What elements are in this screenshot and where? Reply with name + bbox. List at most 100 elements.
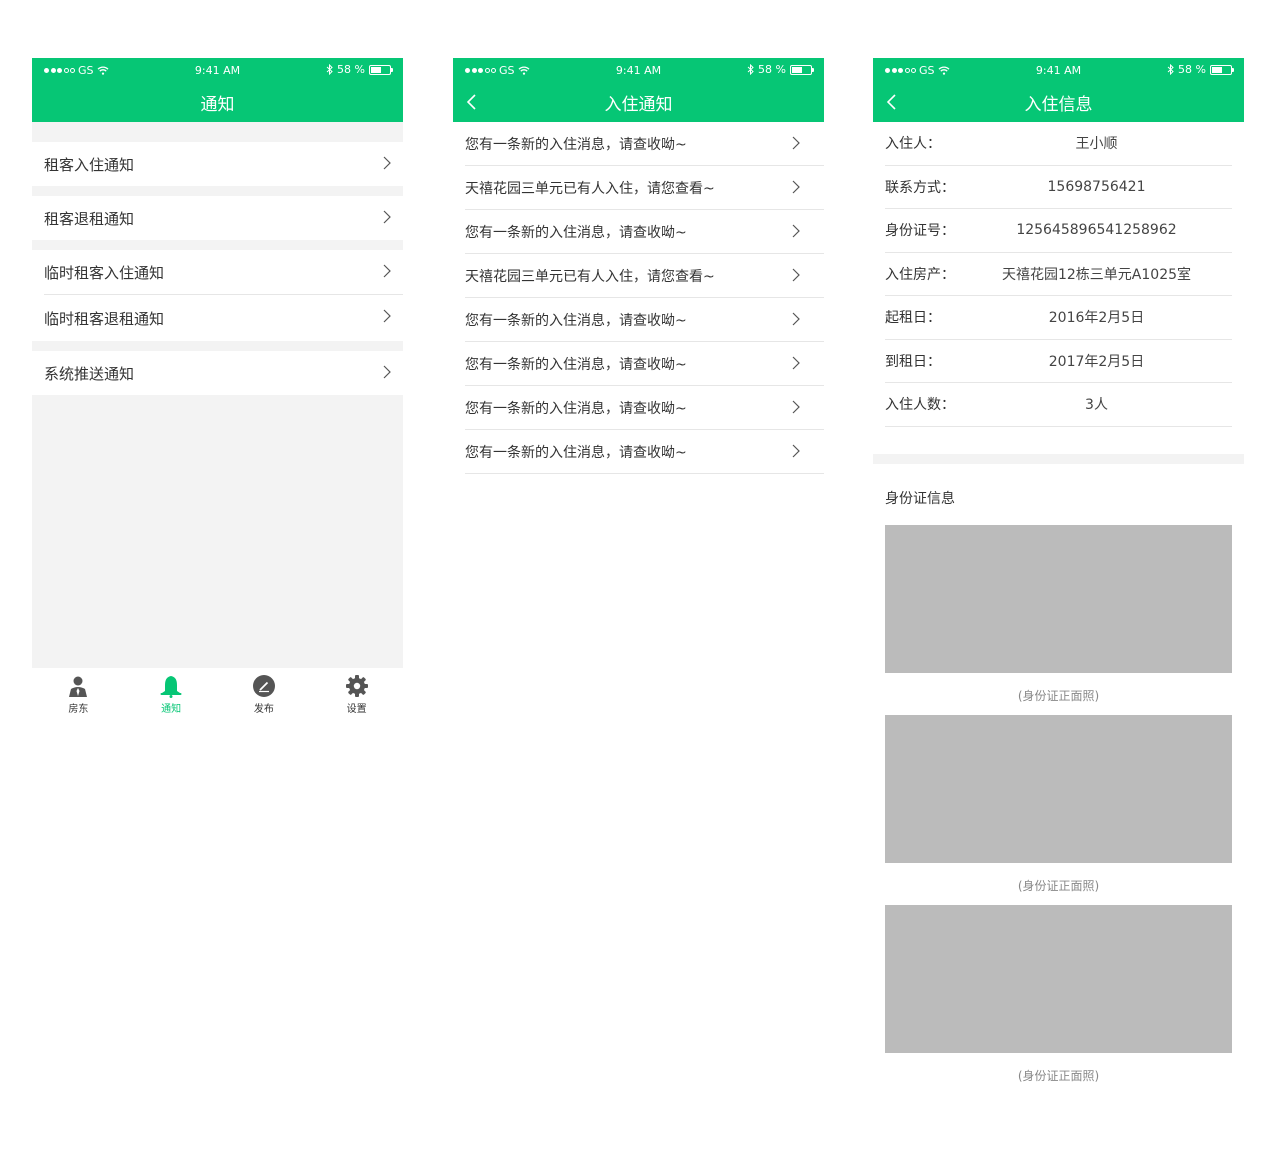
chevron-right-icon xyxy=(383,365,391,379)
battery-percent: 58 % xyxy=(1178,63,1206,76)
bluetooth-icon xyxy=(1167,64,1174,75)
status-bar: GS 9:41 AM 58 % xyxy=(453,58,824,82)
message-text: 您有一条新的入住消息，请查收呦~ xyxy=(465,444,687,461)
nav-bar: 通知 xyxy=(32,82,403,122)
chevron-right-icon xyxy=(792,136,800,150)
info-row: 联系方式： 15698756421 xyxy=(885,166,1232,209)
info-value: 天禧花园12栋三单元A1025室 xyxy=(1001,266,1192,283)
info-value: 2017年2月5日 xyxy=(1048,353,1145,370)
chevron-right-icon xyxy=(792,180,800,194)
tab-label: 房东 xyxy=(68,704,89,715)
photo-caption: (身份证正面照) xyxy=(1017,688,1100,703)
menu-item-tenant-checkin[interactable]: 租客入住通知 xyxy=(32,142,403,186)
bluetooth-icon xyxy=(326,64,333,75)
section-gap xyxy=(32,122,403,142)
info-row: 身份证号： 125645896541258962 xyxy=(885,209,1232,253)
battery-percent: 58 % xyxy=(337,63,365,76)
menu-item-temp-tenant-checkout[interactable]: 临时租客退租通知 xyxy=(32,295,403,341)
message-text: 天禧花园三单元已有人入住，请您查看~ xyxy=(465,268,715,285)
message-text: 您有一条新的入住消息，请查收呦~ xyxy=(465,136,687,153)
menu-item-label: 系统推送通知 xyxy=(44,364,135,383)
photo-caption: (身份证正面照) xyxy=(1017,1068,1100,1083)
section-gap xyxy=(873,453,1244,464)
notifications-screen: GS 9:41 AM 58 % 通知 租客入住通知 租客退租通知 临时租客入住通… xyxy=(32,58,403,722)
info-label: 联系方式： xyxy=(885,179,955,196)
info-label: 到租日： xyxy=(885,353,941,370)
page-title: 通知 xyxy=(200,95,235,115)
status-right: 58 % xyxy=(1167,63,1234,76)
chevron-right-icon xyxy=(792,356,800,370)
tab-landlord[interactable]: 房东 xyxy=(32,670,125,722)
section-gap xyxy=(32,186,403,196)
menu-item-tenant-checkout[interactable]: 租客退租通知 xyxy=(32,196,403,240)
info-label: 入住人数： xyxy=(885,397,955,414)
message-text: 您有一条新的入住消息，请查收呦~ xyxy=(465,400,687,417)
empty-area xyxy=(32,395,403,668)
chevron-right-icon xyxy=(792,444,800,458)
tab-label: 通知 xyxy=(161,704,182,715)
tab-bar: 房东 通知 发布 设置 xyxy=(32,670,403,722)
id-photo-placeholder[interactable] xyxy=(885,524,1232,673)
battery-percent: 58 % xyxy=(758,63,786,76)
info-label: 身份证号： xyxy=(885,223,955,240)
message-item[interactable]: 您有一条新的入住消息，请查收呦~ xyxy=(465,210,824,254)
checkin-notifications-screen: GS 9:41 AM 58 % 入住通知 您有一条新的入住消息，请查收呦~ 天禧花… xyxy=(453,58,824,478)
nav-bar: 入住信息 xyxy=(873,82,1244,122)
menu-item-label: 临时租客入住通知 xyxy=(44,263,165,282)
tab-publish[interactable]: 发布 xyxy=(218,670,311,722)
status-right: 58 % xyxy=(747,63,814,76)
message-text: 天禧花园三单元已有人入住，请您查看~ xyxy=(465,180,715,197)
message-item[interactable]: 您有一条新的入住消息，请查收呦~ xyxy=(465,122,824,166)
tab-notifications[interactable]: 通知 xyxy=(125,670,218,722)
info-row: 入住房产： 天禧花园12栋三单元A1025室 xyxy=(885,253,1232,296)
id-section-title: 身份证信息 xyxy=(885,490,955,507)
page-title: 入住信息 xyxy=(1024,95,1093,115)
chevron-right-icon xyxy=(792,400,800,414)
battery-icon xyxy=(790,64,814,75)
id-photo-list: (身份证正面照) (身份证正面照) (身份证正面照) xyxy=(873,524,1244,1095)
battery-icon xyxy=(1210,64,1234,75)
message-item[interactable]: 您有一条新的入住消息，请查收呦~ xyxy=(465,386,824,430)
bluetooth-icon xyxy=(747,64,754,75)
info-list: 入住人： 王小顺 联系方式： 15698756421 身份证号： 125645896541… xyxy=(873,122,1244,427)
info-value: 125645896541258962 xyxy=(1016,222,1177,239)
message-item[interactable]: 您有一条新的入住消息，请查收呦~ xyxy=(465,342,824,386)
tab-label: 发布 xyxy=(253,704,274,715)
nav-bar: 入住通知 xyxy=(453,82,824,122)
info-label: 起租日： xyxy=(885,310,941,327)
id-photo-placeholder[interactable] xyxy=(885,904,1232,1053)
info-row: 入住人数： 3人 xyxy=(885,383,1232,427)
message-item[interactable]: 您有一条新的入住消息，请查收呦~ xyxy=(465,298,824,342)
chevron-right-icon xyxy=(792,312,800,326)
bell-icon xyxy=(160,676,182,698)
status-bar: GS 9:41 AM 58 % xyxy=(873,58,1244,82)
info-value: 王小顺 xyxy=(1075,136,1118,153)
info-value: 3人 xyxy=(1085,397,1108,414)
menu-item-system-push[interactable]: 系统推送通知 xyxy=(32,351,403,395)
page-title: 入住通知 xyxy=(604,95,673,115)
message-item[interactable]: 天禧花园三单元已有人入住，请您查看~ xyxy=(465,254,824,298)
tab-label: 设置 xyxy=(346,704,367,715)
checkin-info-screen: GS 9:41 AM 58 % 入住信息 入住人： 王小顺 联系方式： 1569875… xyxy=(873,58,1244,1098)
info-row: 到租日： 2017年2月5日 xyxy=(885,340,1232,383)
message-item[interactable]: 天禧花园三单元已有人入住，请您查看~ xyxy=(465,166,824,210)
chevron-right-icon xyxy=(792,268,800,282)
chevron-right-icon xyxy=(383,210,391,224)
chevron-right-icon xyxy=(383,156,391,170)
id-photo-placeholder[interactable] xyxy=(885,714,1232,863)
message-text: 您有一条新的入住消息，请查收呦~ xyxy=(465,224,687,241)
battery-fill xyxy=(1212,66,1222,73)
message-item[interactable]: 您有一条新的入住消息，请查收呦~ xyxy=(465,430,824,474)
info-row: 入住人： 王小顺 xyxy=(885,122,1232,166)
landlord-icon xyxy=(69,676,88,697)
battery-fill xyxy=(371,66,381,73)
message-list: 您有一条新的入住消息，请查收呦~ 天禧花园三单元已有人入住，请您查看~ 您有一条新的… xyxy=(453,122,824,474)
message-text: 您有一条新的入住消息，请查收呦~ xyxy=(465,312,687,329)
battery-icon xyxy=(369,64,393,75)
tab-settings[interactable]: 设置 xyxy=(310,670,403,722)
status-bar: GS 9:41 AM 58 % xyxy=(32,58,403,82)
menu-item-temp-tenant-checkin[interactable]: 临时租客入住通知 xyxy=(32,250,403,294)
info-label: 入住房产： xyxy=(885,266,955,283)
pen-icon xyxy=(252,675,275,697)
info-value: 2016年2月5日 xyxy=(1048,310,1145,327)
